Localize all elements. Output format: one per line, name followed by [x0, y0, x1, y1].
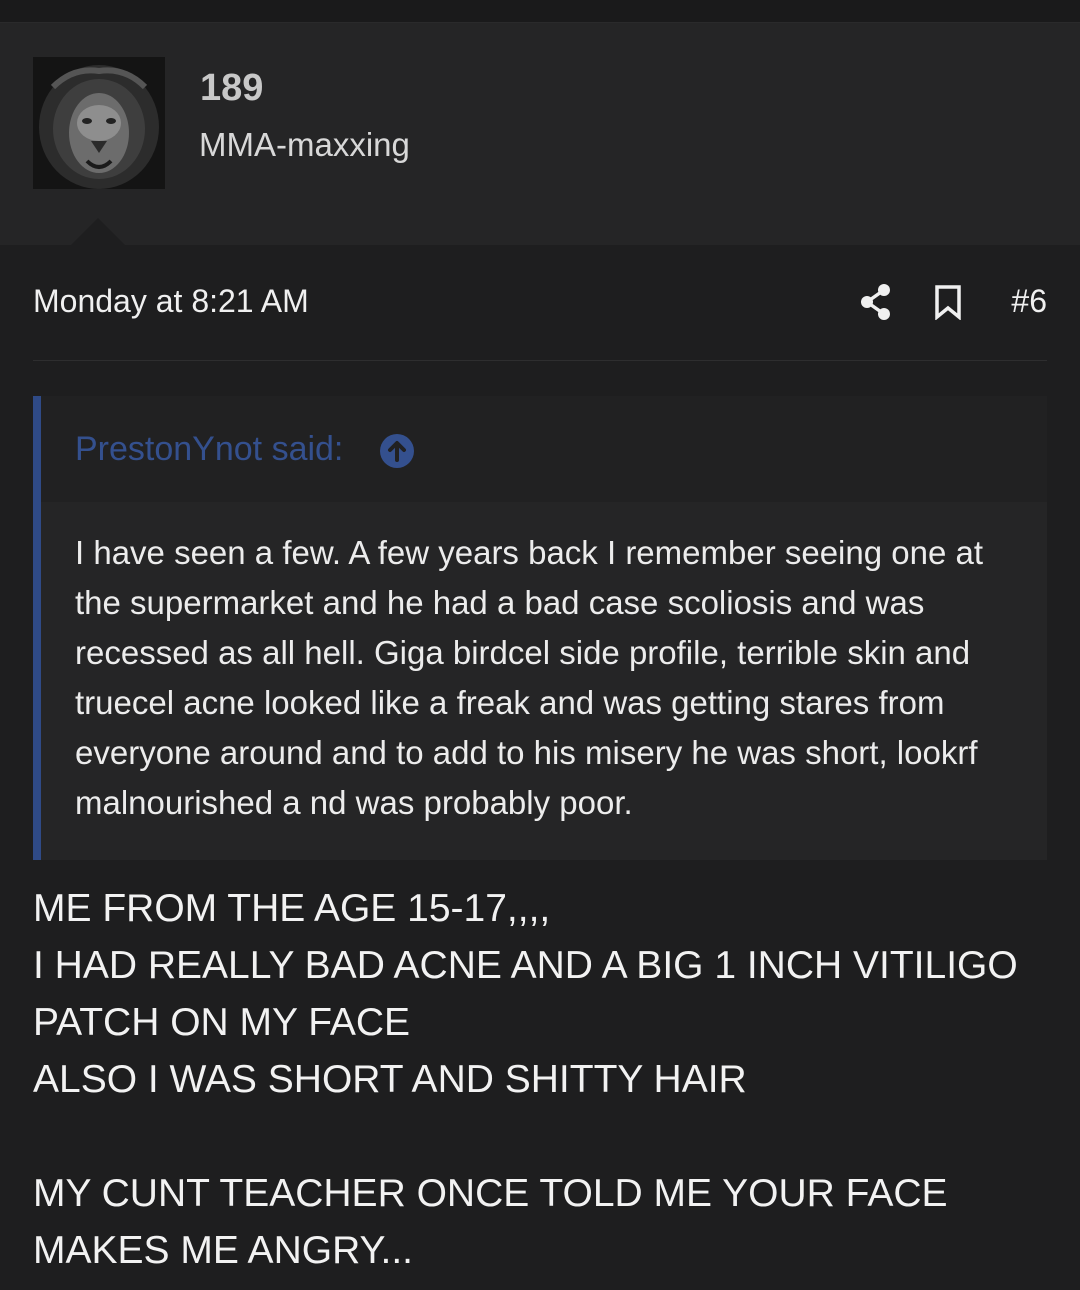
- user-info-block: 189 MMA-maxxing: [0, 23, 1080, 245]
- top-strip: [0, 0, 1080, 23]
- message-line: MY CUNT TEACHER ONCE TOLD ME YOUR FACE: [33, 1172, 948, 1215]
- user-title: MMA-maxxing: [199, 126, 410, 163]
- arrow-up-circle-icon[interactable]: [379, 433, 415, 469]
- share-icon[interactable]: [859, 283, 893, 321]
- post-permalink-number[interactable]: #6: [1011, 283, 1047, 320]
- quote-header: PrestonYnot said:: [41, 396, 1047, 502]
- message-line: PATCH ON MY FACE: [33, 1001, 411, 1044]
- message-line: ME FROM THE AGE 15-17,,,,: [33, 887, 551, 930]
- message-line-blank: [33, 1108, 1047, 1165]
- post-message-body: ME FROM THE AGE 15-17,,,, I HAD REALLY B…: [33, 880, 1047, 1279]
- post-meta-row: Monday at 8:21 AM #6: [33, 275, 1047, 331]
- user-block-pointer: [70, 218, 126, 246]
- bookmark-icon[interactable]: [933, 284, 963, 321]
- lion-avatar-image: [33, 57, 165, 189]
- quote-author-link[interactable]: PrestonYnot said:: [75, 430, 343, 469]
- quote-block: PrestonYnot said: I have seen a few. A f…: [33, 396, 1047, 860]
- quote-text: I have seen a few. A few years back I re…: [75, 534, 984, 821]
- meta-divider: [33, 360, 1047, 361]
- message-line: ALSO I WAS SHORT AND SHITTY HAIR: [33, 1058, 747, 1101]
- post-date[interactable]: Monday at 8:21 AM: [33, 283, 309, 320]
- user-message-count: 189: [200, 67, 264, 109]
- forum-post-page: 189 MMA-maxxing Monday at 8:21 AM #6 Pre…: [0, 0, 1080, 1290]
- message-line: MAKES ME ANGRY...: [33, 1229, 414, 1272]
- lion-avatar-icon[interactable]: [33, 57, 165, 189]
- message-line: I HAD REALLY BAD ACNE AND A BIG 1 INCH V…: [33, 944, 1018, 987]
